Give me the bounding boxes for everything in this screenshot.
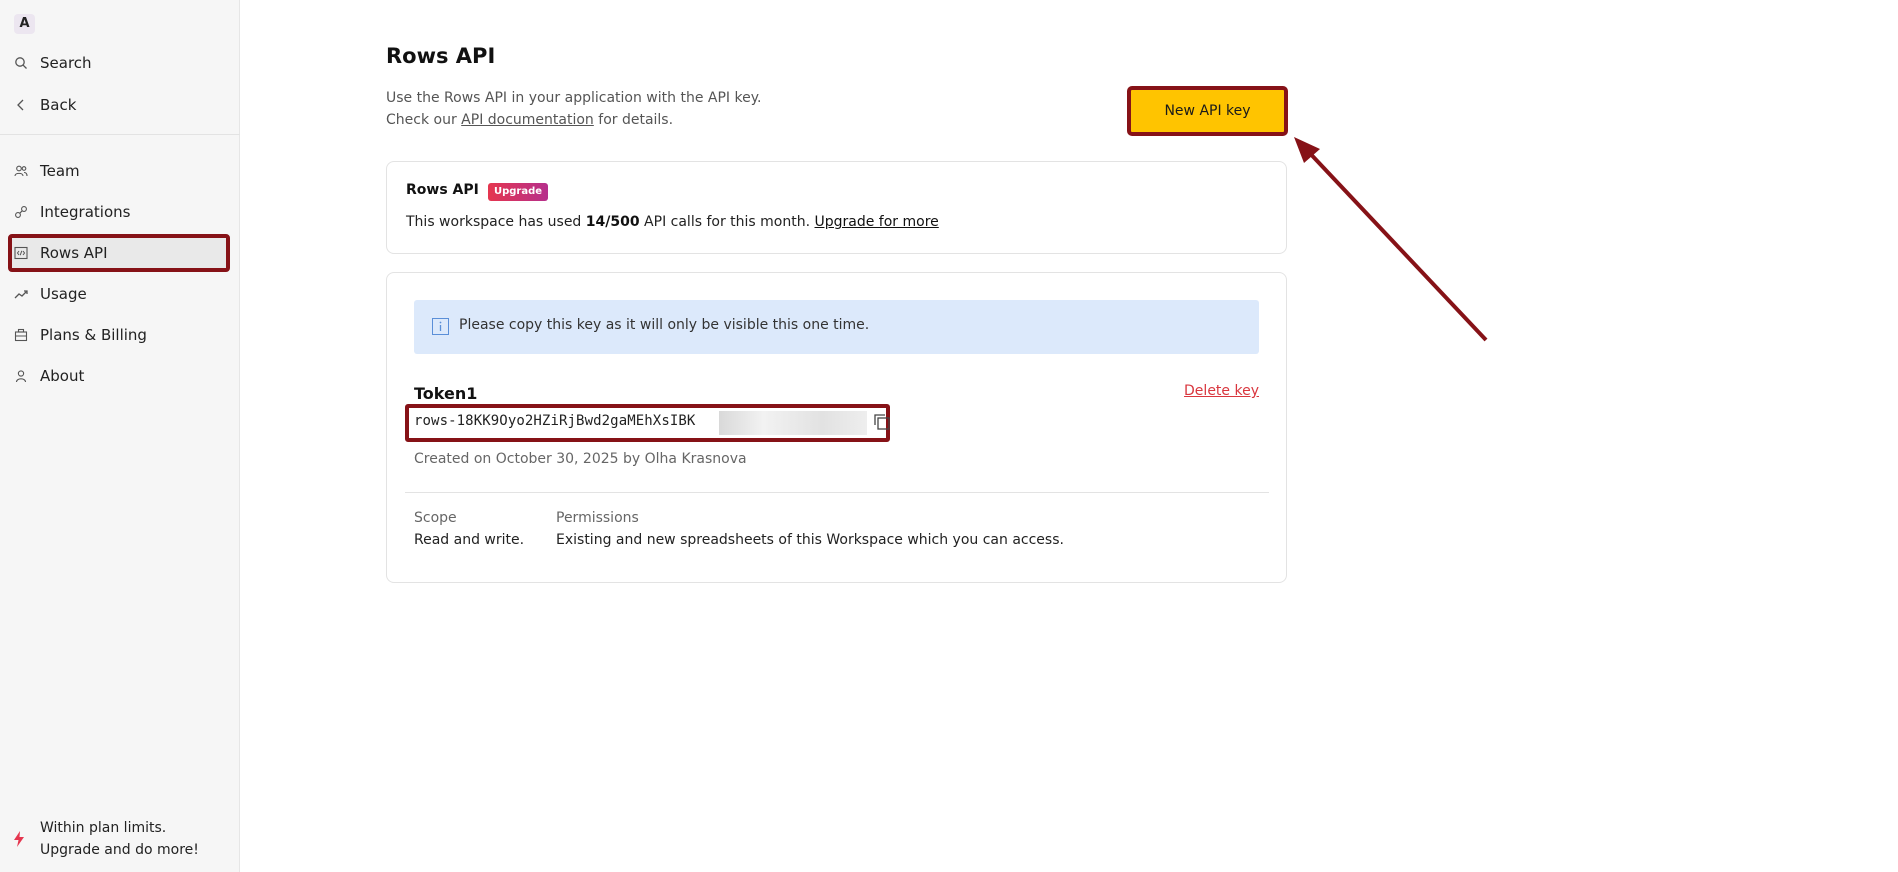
sidebar-item-rows-api[interactable]: Rows API: [0, 234, 240, 272]
created-info: Created on October 30, 2025 by Olha Kras…: [414, 451, 747, 467]
usage-card: Rows API Upgrade This workspace has used…: [386, 161, 1287, 254]
sidebar-item-label: Rows API: [40, 244, 108, 262]
sidebar-item-label: Search: [40, 54, 92, 72]
token-name: Token1: [414, 384, 478, 403]
intro-suffix: for details.: [593, 112, 674, 128]
sidebar-divider: [0, 134, 240, 135]
sidebar-item-team[interactable]: Team: [0, 154, 240, 188]
usage-text: This workspace has used 14/500 API calls…: [406, 214, 939, 230]
sidebar-item-label: Back: [40, 96, 77, 114]
search-icon: [15, 57, 27, 69]
chevron-left-icon: [17, 99, 24, 111]
intro-prefix: Check our: [386, 112, 462, 128]
card-divider: [405, 492, 1269, 493]
plan-note-line2: Upgrade and do more!: [40, 842, 199, 858]
info-icon: [432, 318, 449, 335]
new-api-key-button[interactable]: New API key: [1127, 86, 1288, 136]
person-icon: [15, 370, 27, 383]
workspace-avatar[interactable]: A: [14, 14, 35, 34]
plan-note-line1: Within plan limits.: [40, 820, 167, 836]
usage-suffix: API calls for this month.: [639, 214, 815, 230]
upgrade-for-more-link[interactable]: Upgrade for more: [815, 214, 939, 230]
main-content: Rows API Use the Rows API in your applic…: [240, 0, 1898, 872]
sidebar-item-label: Integrations: [40, 203, 131, 221]
scope-label: Scope: [414, 510, 457, 526]
usage-count: 14/500: [585, 214, 640, 230]
bolt-icon: [14, 831, 24, 847]
copy-icon[interactable]: [872, 412, 892, 432]
token-redacted-portion: [719, 411, 867, 435]
usage-prefix: This workspace has used: [406, 214, 586, 230]
sidebar-item-usage[interactable]: Usage: [0, 277, 240, 311]
scope-value: Read and write.: [414, 532, 525, 548]
sidebar-item-label: Team: [40, 162, 80, 180]
page-title: Rows API: [386, 44, 496, 68]
plan-limit-note[interactable]: Within plan limits. Upgrade and do more!: [0, 818, 240, 862]
sidebar-item-label: Usage: [40, 285, 87, 303]
trend-icon: [14, 290, 28, 299]
annotation-arrow: [1294, 137, 1488, 342]
sidebar: A Search Back Team Integrations Rows API…: [0, 0, 240, 872]
upgrade-badge[interactable]: Upgrade: [488, 183, 549, 201]
intro-docs-line: Check our API documentation for details.: [386, 110, 673, 130]
briefcase-icon: [14, 328, 28, 342]
info-banner: Please copy this key as it will only be …: [414, 300, 1259, 354]
token-value[interactable]: rows-18KK9Oyo2HZiRjBwd2gaMEhXsIBK: [414, 413, 695, 429]
sidebar-item-back[interactable]: Back: [0, 88, 240, 122]
intro-text: Use the Rows API in your application wit…: [386, 90, 762, 106]
info-text: Please copy this key as it will only be …: [459, 317, 870, 333]
sidebar-item-about[interactable]: About: [0, 359, 240, 393]
delete-key-link[interactable]: Delete key: [1184, 383, 1259, 399]
api-key-card: Please copy this key as it will only be …: [386, 272, 1287, 583]
permissions-value: Existing and new spreadsheets of this Wo…: [556, 532, 1064, 548]
usage-card-title: Rows API: [406, 182, 479, 198]
permissions-label: Permissions: [556, 510, 639, 526]
sidebar-item-plans-billing[interactable]: Plans & Billing: [0, 318, 240, 352]
sidebar-item-label: About: [40, 367, 85, 385]
token-field[interactable]: rows-18KK9Oyo2HZiRjBwd2gaMEhXsIBK: [405, 404, 890, 442]
sidebar-item-label: Plans & Billing: [40, 326, 147, 344]
team-icon: [14, 165, 28, 177]
link-icon: [15, 206, 27, 218]
sidebar-item-integrations[interactable]: Integrations: [0, 195, 240, 229]
code-icon: [14, 246, 28, 260]
sidebar-item-search[interactable]: Search: [0, 46, 240, 80]
api-documentation-link[interactable]: API documentation: [461, 112, 594, 128]
